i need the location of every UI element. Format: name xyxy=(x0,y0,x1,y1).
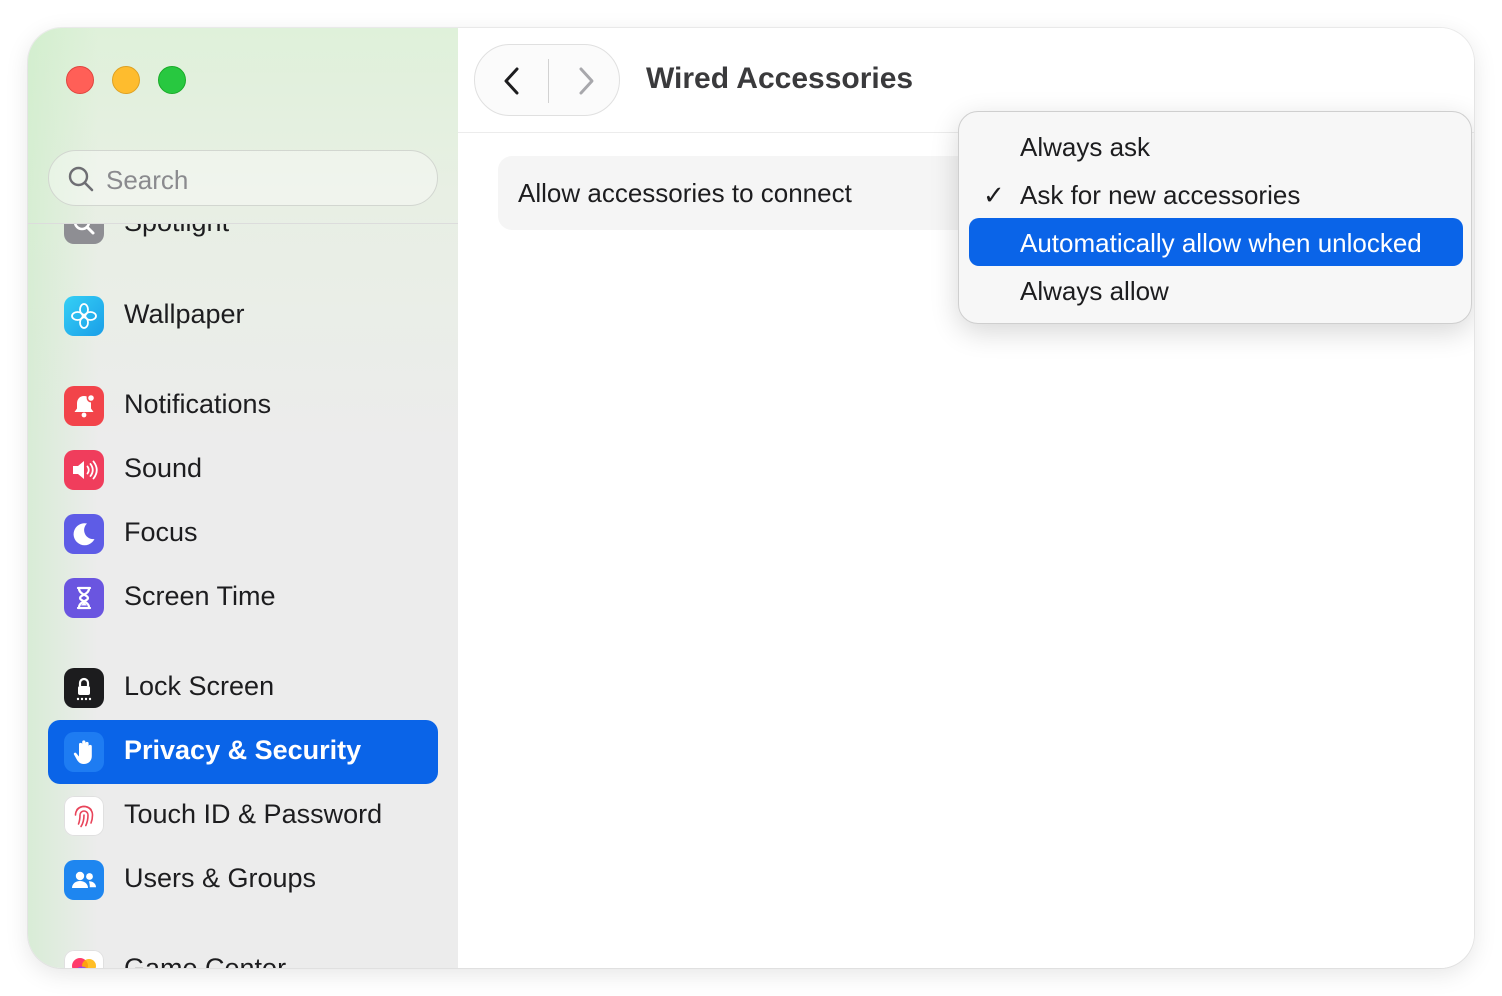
zoom-window-button[interactable] xyxy=(158,66,186,94)
spotlight-icon xyxy=(64,224,104,244)
setting-label: Allow accessories to connect xyxy=(518,178,852,208)
sound-icon xyxy=(64,450,104,490)
sidebar-item-touch-id-password[interactable]: Touch ID & Password xyxy=(48,784,438,848)
sidebar-list: Spotlight Wallpaper Notificat xyxy=(28,224,458,968)
search-icon xyxy=(68,166,94,192)
sidebar-item-label: Users & Groups xyxy=(124,863,317,893)
checkmark-icon: ✓ xyxy=(983,180,1005,210)
search-placeholder: Search xyxy=(106,165,189,195)
sidebar-item-lock-screen[interactable]: Lock Screen xyxy=(48,656,438,720)
sidebar-item-label: Notifications xyxy=(124,389,272,419)
sidebar-item-spotlight[interactable]: Spotlight xyxy=(48,224,438,256)
menu-item-always-ask[interactable]: Always ask xyxy=(969,122,1463,170)
sidebar: Search Spotlight Wal xyxy=(28,28,458,968)
navigation-control xyxy=(474,44,620,116)
navigation-separator xyxy=(548,59,549,103)
menu-item-auto-allow-unlocked[interactable]: Automatically allow when unlocked xyxy=(969,218,1463,266)
sidebar-item-privacy-security[interactable]: Privacy & Security xyxy=(48,720,438,784)
settings-window: Search Spotlight Wal xyxy=(28,28,1474,968)
sidebar-item-screen-time[interactable]: Screen Time xyxy=(48,566,438,630)
sidebar-item-label: Focus xyxy=(124,517,198,547)
sidebar-item-label: Game Center xyxy=(124,953,287,968)
forward-chevron-icon[interactable] xyxy=(567,63,603,99)
minimize-window-button[interactable] xyxy=(112,66,140,94)
sidebar-divider xyxy=(28,223,458,224)
menu-item-label: Ask for new accessories xyxy=(1020,180,1301,210)
focus-icon xyxy=(64,514,104,554)
search-field[interactable]: Search xyxy=(48,150,438,206)
menu-item-always-allow[interactable]: Always allow xyxy=(969,266,1463,314)
accessories-popup-menu: Always ask ✓ Ask for new accessories Aut… xyxy=(958,111,1472,324)
fingerprint-icon xyxy=(64,796,104,836)
page-title: Wired Accessories xyxy=(646,62,914,95)
sidebar-item-label: Lock Screen xyxy=(124,671,275,701)
privacy-hand-icon xyxy=(64,732,104,772)
wallpaper-icon xyxy=(64,296,104,336)
sidebar-item-users-groups[interactable]: Users & Groups xyxy=(48,848,438,912)
menu-item-label: Always allow xyxy=(1020,276,1169,306)
sidebar-item-focus[interactable]: Focus xyxy=(48,502,438,566)
back-chevron-icon[interactable] xyxy=(495,63,531,99)
sidebar-item-label: Sound xyxy=(124,453,203,483)
sidebar-item-sound[interactable]: Sound xyxy=(48,438,438,502)
notifications-icon xyxy=(64,386,104,426)
menu-item-label: Always ask xyxy=(1020,132,1151,162)
sidebar-item-label: Screen Time xyxy=(124,581,276,611)
sidebar-item-label: Privacy & Security xyxy=(124,735,362,765)
sidebar-item-notifications[interactable]: Notifications xyxy=(48,374,438,438)
screen-time-icon xyxy=(64,578,104,618)
sidebar-item-label: Touch ID & Password xyxy=(124,799,383,829)
users-icon xyxy=(64,860,104,900)
close-window-button[interactable] xyxy=(66,66,94,94)
sidebar-item-wallpaper[interactable]: Wallpaper xyxy=(48,284,438,348)
menu-item-ask-new-accessories[interactable]: ✓ Ask for new accessories xyxy=(969,170,1463,218)
menu-item-label: Automatically allow when unlocked xyxy=(1020,228,1422,258)
sidebar-item-label: Wallpaper xyxy=(124,299,245,329)
sidebar-item-label: Spotlight xyxy=(124,224,229,238)
sidebar-item-game-center[interactable]: Game Center xyxy=(48,938,438,968)
lock-screen-icon xyxy=(64,668,104,708)
game-center-icon xyxy=(64,950,104,968)
